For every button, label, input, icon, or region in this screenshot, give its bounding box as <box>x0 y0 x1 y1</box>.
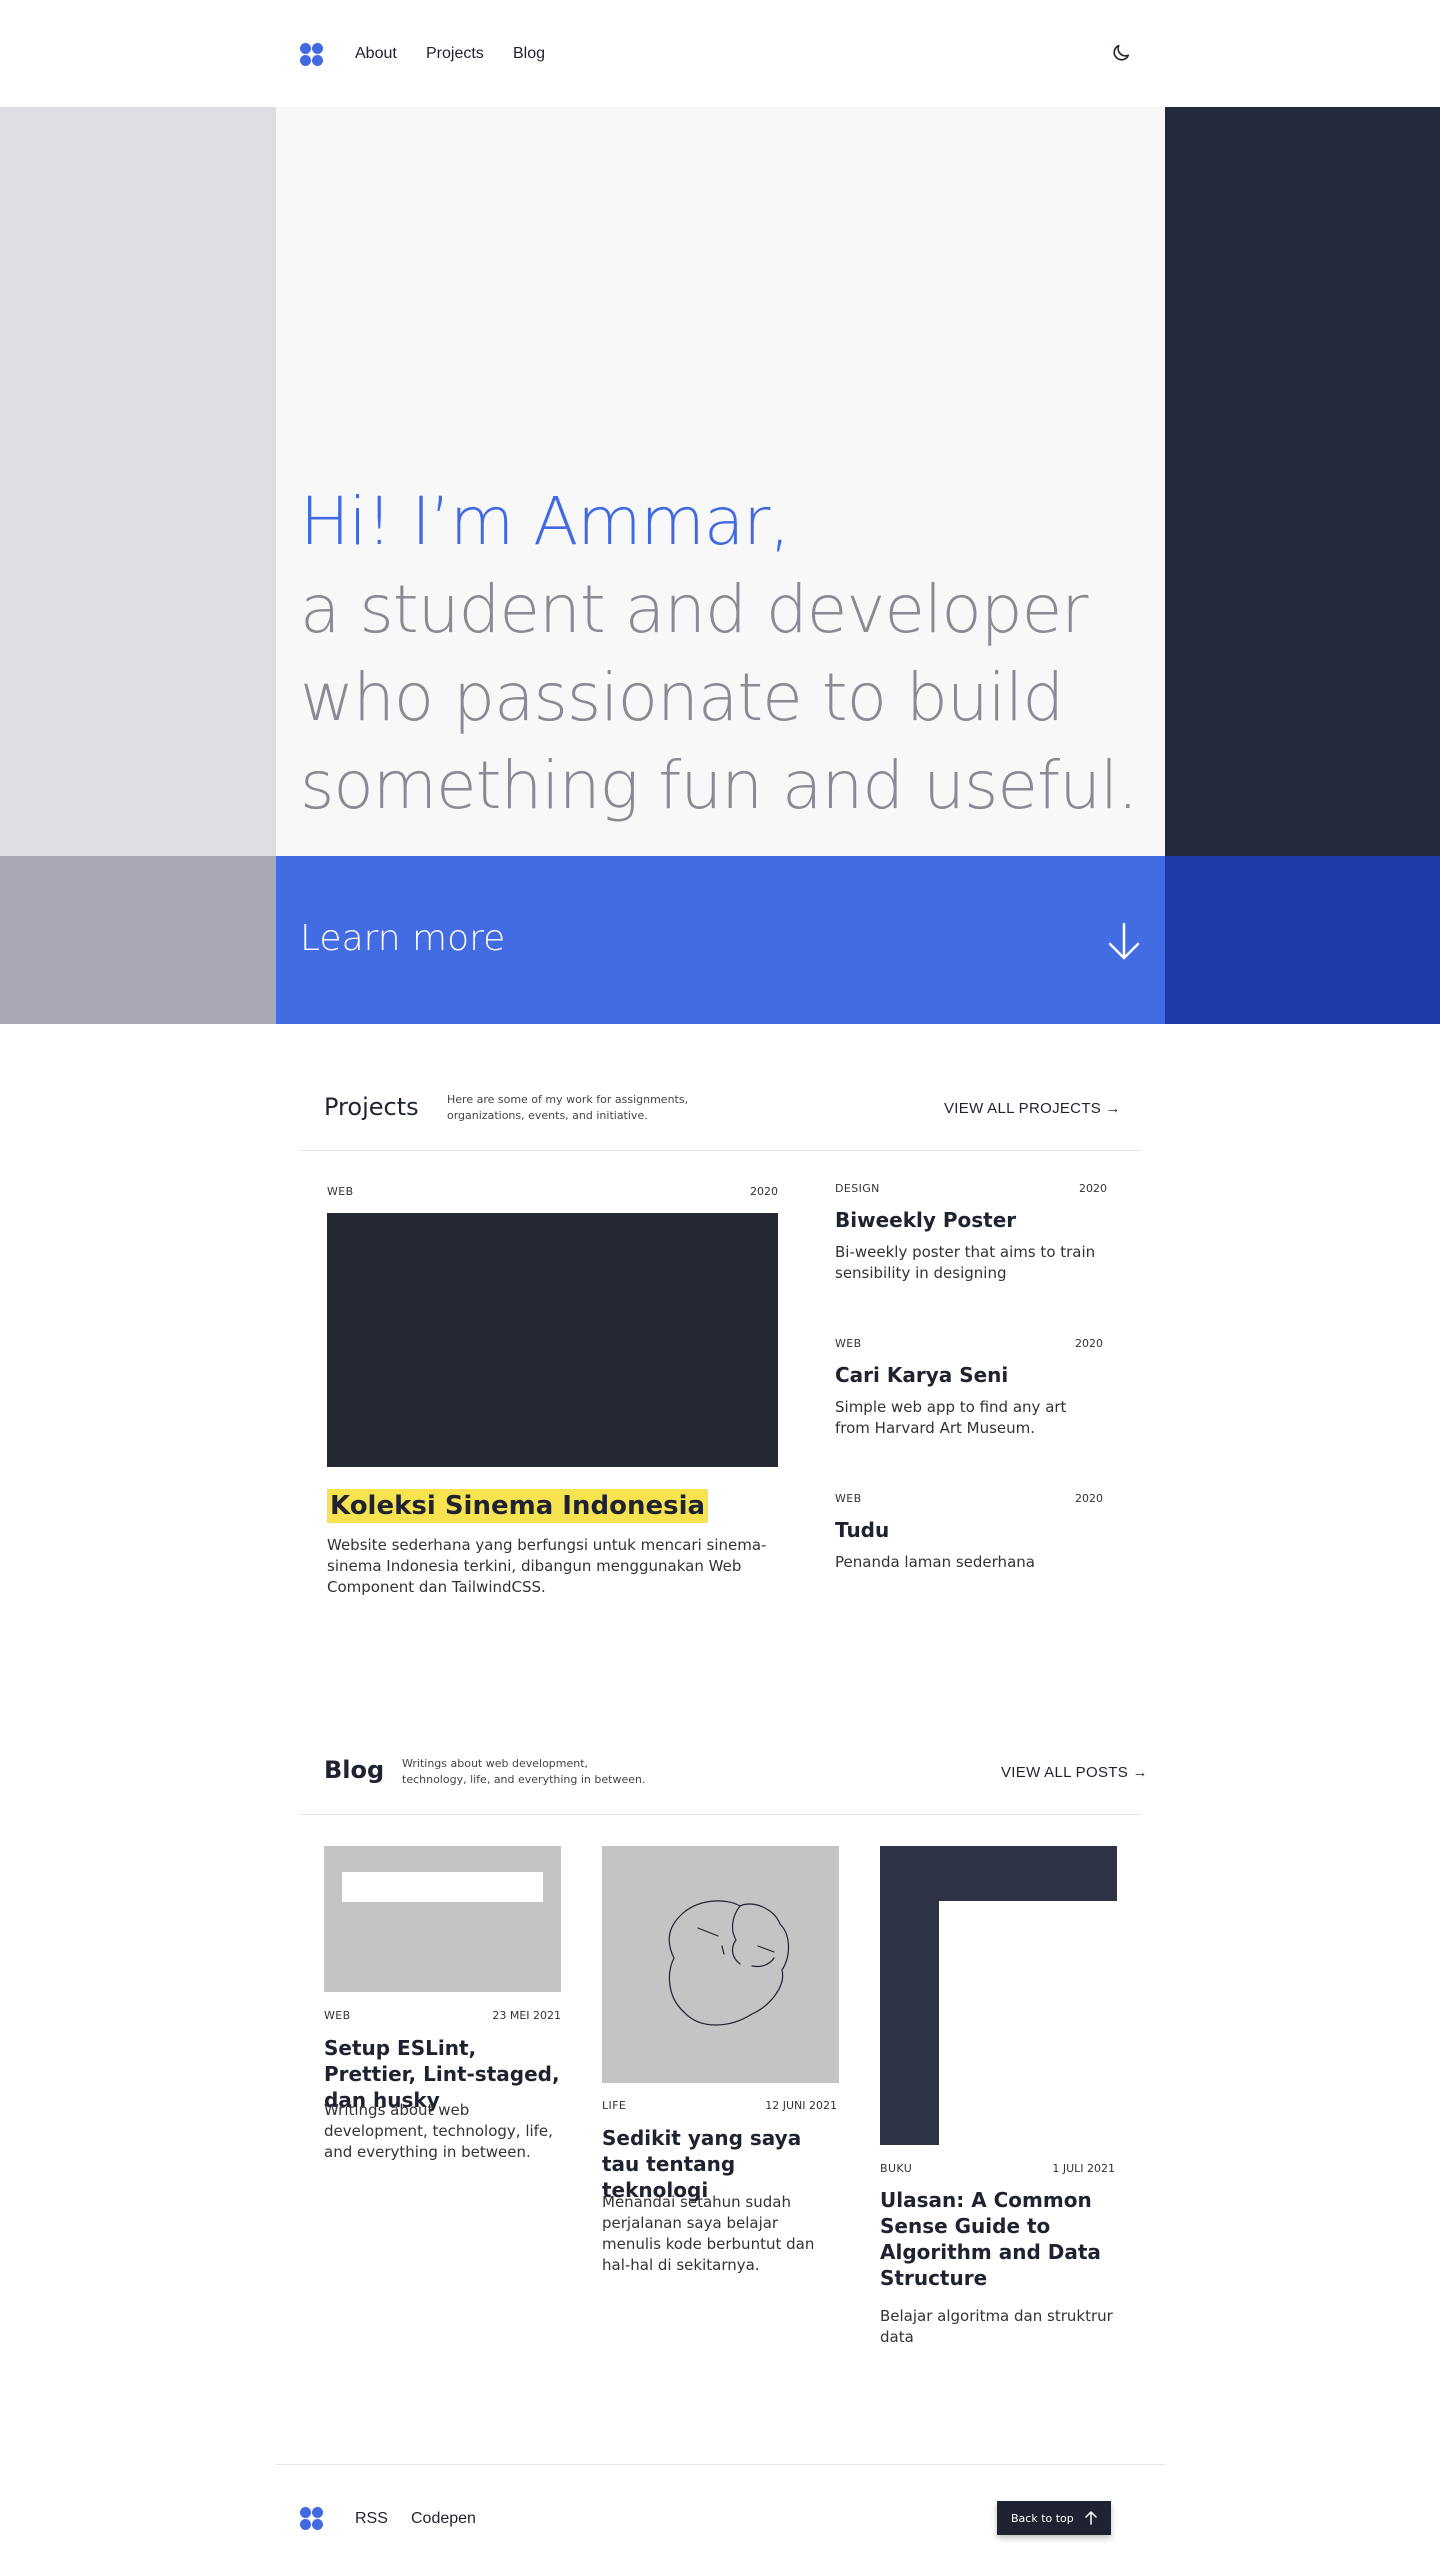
hero-line: who passionate to build <box>300 659 1064 736</box>
nav-link-projects[interactable]: Projects <box>426 45 484 63</box>
footer-divider <box>276 2464 1165 2465</box>
back-to-top-label: Back to top <box>1011 2511 1074 2525</box>
post-date: 12 JUNI 2021 <box>765 2099 837 2112</box>
project-description: Website sederhana yang berfungsi untuk m… <box>327 1536 767 1596</box>
blog-description: Writings about web development, technolo… <box>402 1757 646 1786</box>
footer-logo-icon[interactable] <box>300 2507 324 2531</box>
learn-more-label[interactable]: Learn more <box>300 918 505 959</box>
hero-right-panel <box>1165 107 1440 856</box>
project-title[interactable]: Tudu <box>835 1517 1105 1543</box>
project-category: DESIGN <box>835 1182 880 1195</box>
post-title[interactable]: Ulasan: A Common Sense Guide to Algorith… <box>880 2187 1117 2291</box>
post-thumbnail[interactable] <box>880 1846 1117 2145</box>
post-description: Belajar algoritma dan struktrur data <box>880 2307 1113 2346</box>
project-category: WEB <box>327 1185 354 1198</box>
arrow-up-icon <box>1085 2511 1097 2525</box>
moon-icon[interactable] <box>1110 42 1132 64</box>
section-divider <box>300 1150 1141 1151</box>
project-category: WEB <box>835 1337 862 1350</box>
thumbnail-bar <box>342 1872 543 1902</box>
project-description: Bi-weekly poster that aims to train sens… <box>835 1243 1096 1282</box>
view-all-posts-link[interactable]: VIEW ALL POSTS → <box>1001 1764 1148 1781</box>
post-category: LIFE <box>602 2099 627 2112</box>
post-category: WEB <box>324 2009 351 2022</box>
hero-greeting: Hi! I’m Ammar, <box>300 483 790 560</box>
back-to-top-button[interactable]: Back to top <box>997 2501 1111 2535</box>
cta-left-panel <box>0 856 276 1024</box>
project-year: 2020 <box>1075 1492 1103 1505</box>
post-thumbnail[interactable] <box>602 1846 839 2083</box>
project-description: Simple web app to find any art from Harv… <box>835 1398 1067 1437</box>
section-divider <box>300 1814 1141 1815</box>
footer-link-codepen[interactable]: Codepen <box>411 2510 476 2528</box>
post-date: 23 MEI 2021 <box>492 2009 561 2022</box>
project-description: Penanda laman sederhana <box>835 1553 1035 1571</box>
l-shape-illustration <box>880 1846 1117 2145</box>
project-title[interactable]: Cari Karya Seni <box>835 1362 1105 1388</box>
logo-icon[interactable] <box>300 43 324 67</box>
project-year: 2020 <box>1079 1182 1107 1195</box>
arrow-down-icon[interactable] <box>1104 920 1144 962</box>
top-nav: About Projects Blog <box>0 0 1440 107</box>
sketch-illustration <box>668 1900 790 2026</box>
post-category: BUKU <box>880 2162 913 2175</box>
project-category: WEB <box>835 1492 862 1505</box>
nav-link-blog[interactable]: Blog <box>513 45 545 63</box>
footer-link-rss[interactable]: RSS <box>355 2510 388 2528</box>
nav-link-about[interactable]: About <box>355 45 397 63</box>
hero-heading: Hi! I’m Ammar, a student and developer w… <box>300 478 1160 830</box>
post-description: Writings about web development, technolo… <box>324 2101 553 2161</box>
post-description: Menandai setahun sudah perjalanan saya b… <box>602 2193 815 2274</box>
post-thumbnail[interactable] <box>324 1846 561 1992</box>
post-date: 1 JULI 2021 <box>1052 2162 1115 2175</box>
blog-title: Blog <box>324 1756 385 1784</box>
project-thumbnail[interactable] <box>327 1213 778 1467</box>
hero-left-panel <box>0 107 276 856</box>
hero-line: a student and developer <box>300 571 1088 648</box>
hero-line: something fun and useful. <box>300 747 1138 824</box>
project-year: 2020 <box>1075 1337 1103 1350</box>
cta-right-panel <box>1165 856 1440 1024</box>
view-all-projects-link[interactable]: VIEW ALL PROJECTS → <box>944 1100 1121 1117</box>
projects-title: Projects <box>324 1093 419 1121</box>
project-year: 2020 <box>750 1185 778 1198</box>
project-title[interactable]: Koleksi Sinema Indonesia <box>327 1489 709 1523</box>
projects-description: Here are some of my work for assignments… <box>447 1093 689 1122</box>
project-title[interactable]: Biweekly Poster <box>835 1207 1105 1233</box>
